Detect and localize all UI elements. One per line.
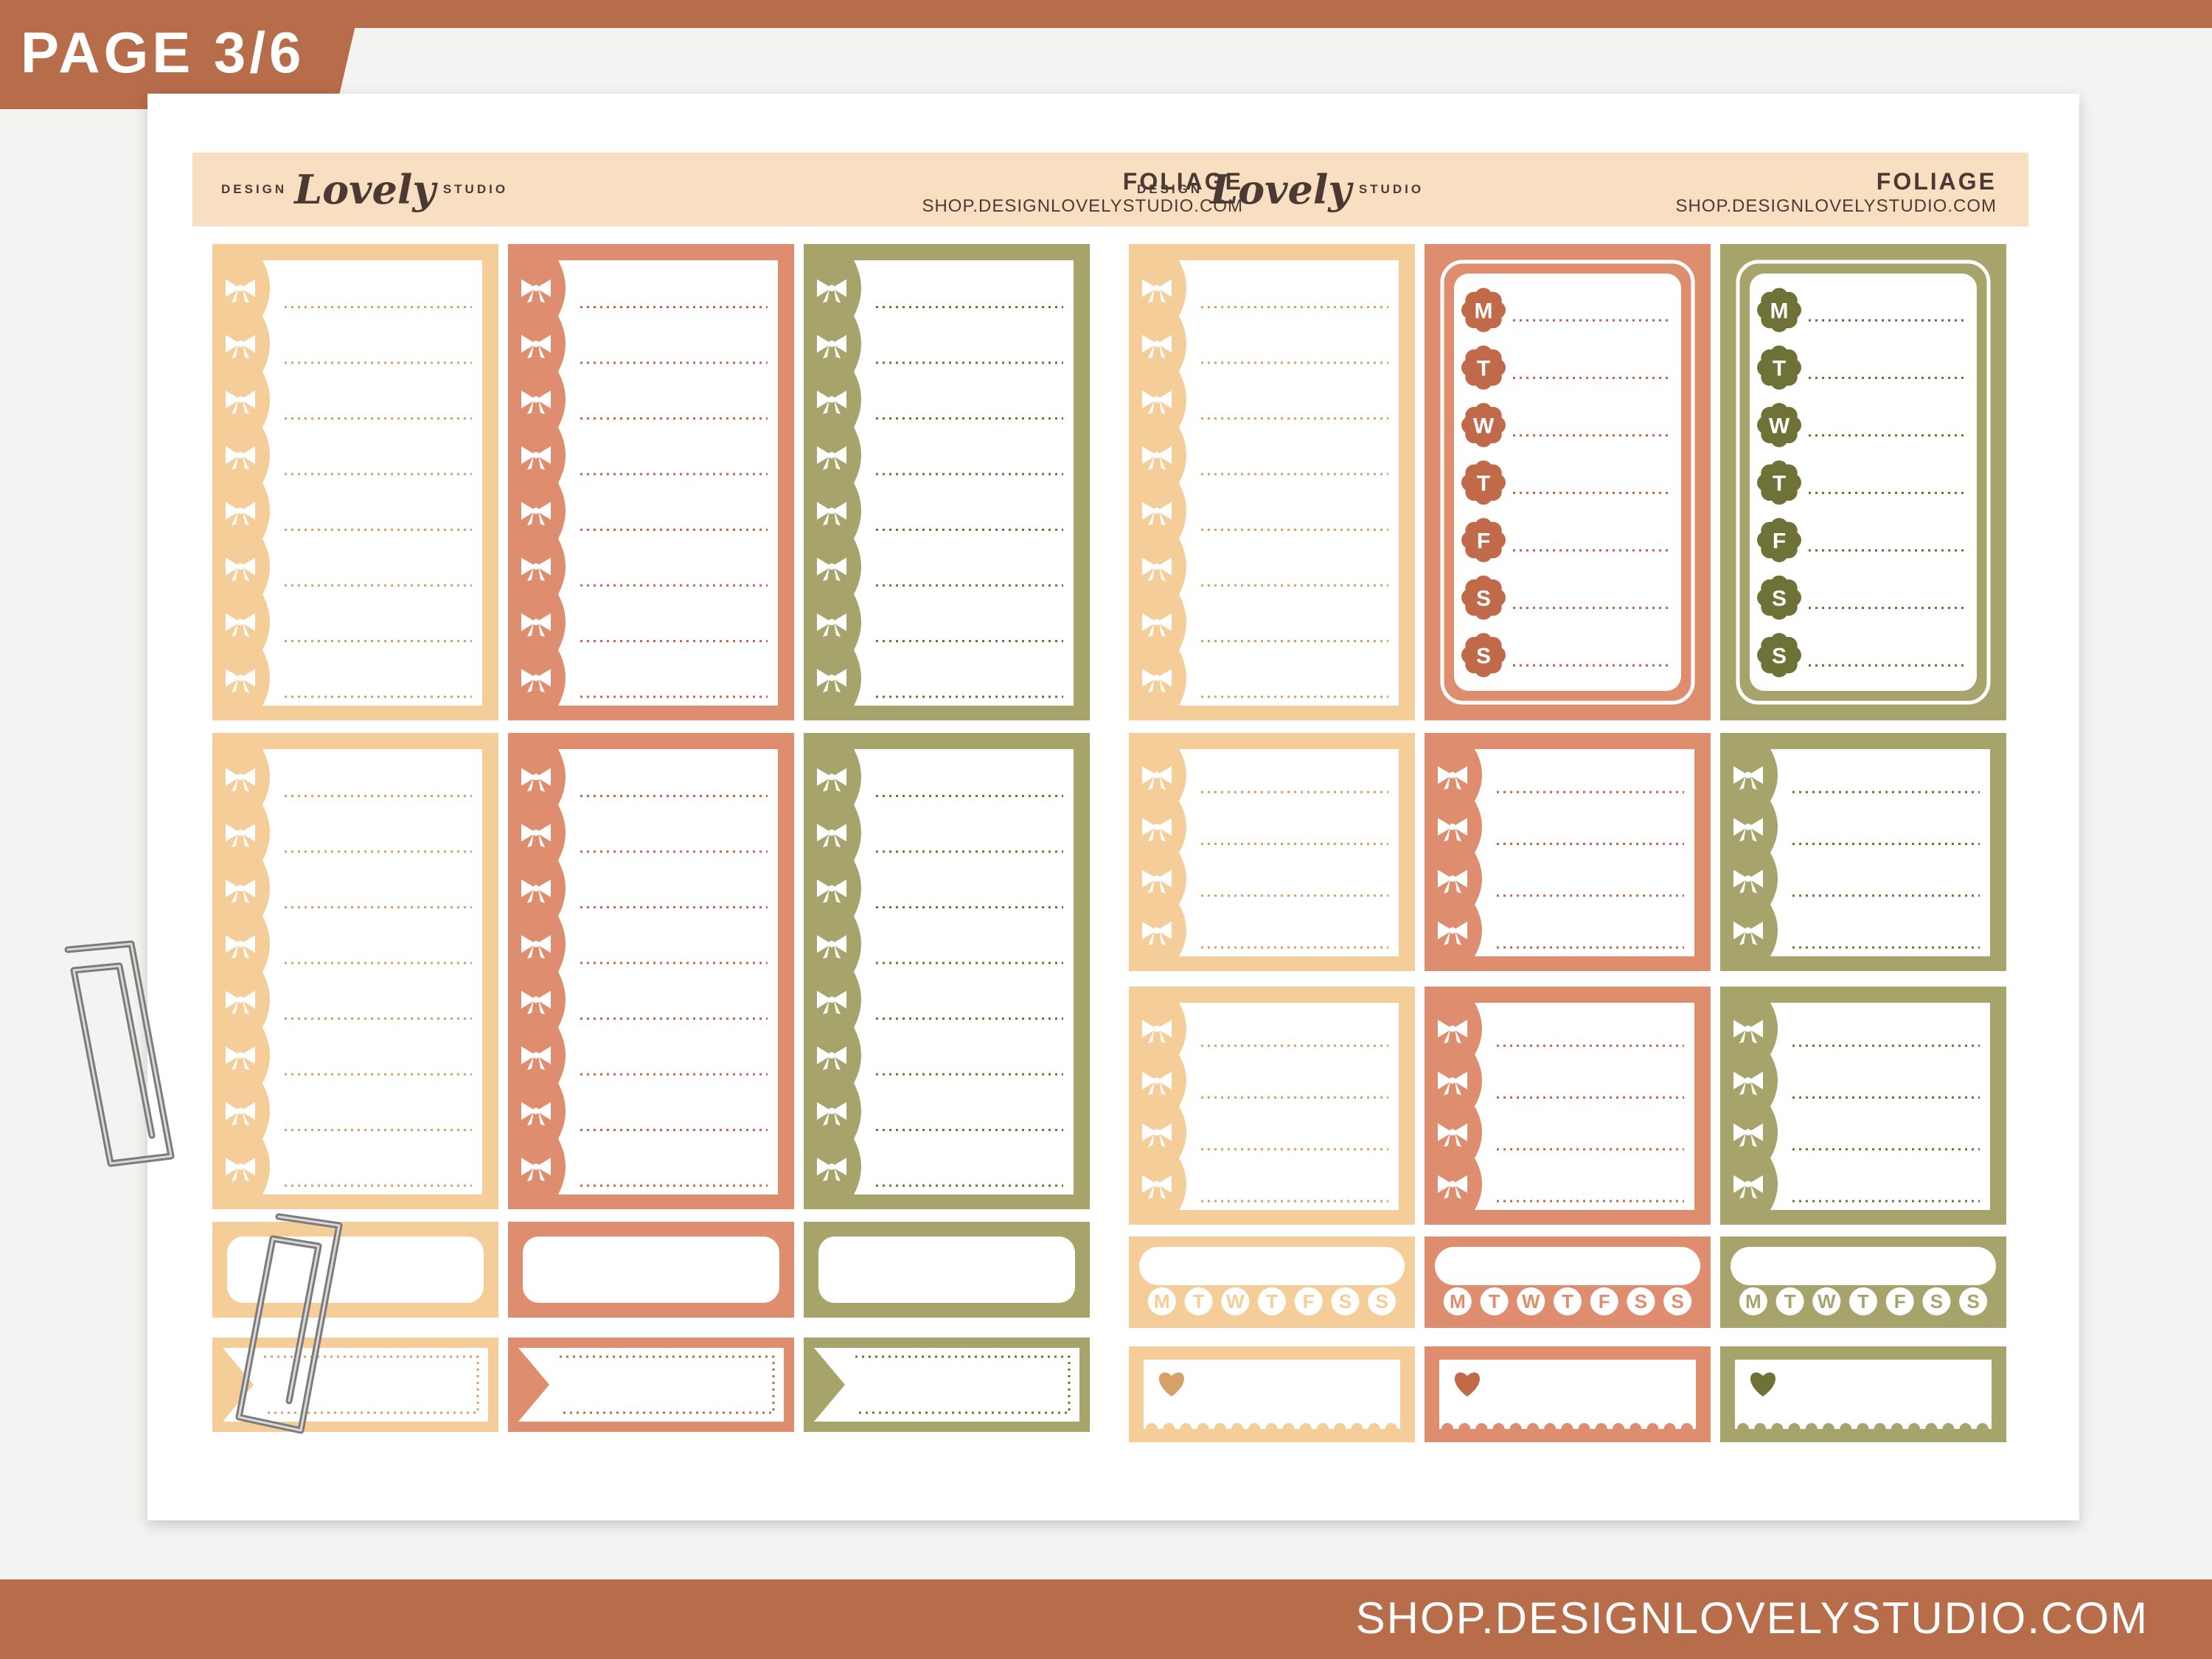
checklist-sticker-terracotta[interactable]	[1425, 987, 1711, 1225]
brand-word-lovely: Lovely	[294, 166, 436, 213]
day-circle-letter: F	[1599, 1290, 1610, 1312]
checklist-sticker-terracotta[interactable]	[508, 244, 794, 720]
weekly-checklist-sticker-terracotta[interactable]: M T W T F S S	[1425, 244, 1711, 720]
weekday-letter: F	[1477, 529, 1490, 554]
weekday-row-sticker-terracotta[interactable]: M TWT F S S	[1425, 1237, 1711, 1328]
day-circle-letter: M	[1450, 1290, 1466, 1312]
day-circle-letter: W	[1226, 1290, 1245, 1312]
weekday-letter: S	[1772, 587, 1787, 611]
checklist-sticker-olive[interactable]	[1720, 733, 2006, 971]
brand-word-design: DESIGN	[221, 182, 288, 196]
flag-sticker-terracotta[interactable]	[508, 1338, 794, 1432]
heart-label-sticker-peach[interactable]	[1129, 1346, 1415, 1442]
checklist-sticker-olive[interactable]	[1720, 987, 2006, 1225]
checklist-sticker-peach[interactable]	[1129, 244, 1415, 720]
weekday-letter: S	[1476, 587, 1491, 611]
brand-word-studio: STUDIO	[442, 182, 509, 196]
day-circle-letter: T	[1266, 1290, 1278, 1312]
page-label: PAGE 3/6	[21, 20, 305, 85]
brand-word-studio: STUDIO	[1358, 182, 1425, 196]
checklist-sticker-olive[interactable]	[804, 733, 1090, 1209]
page-indicator-tab: PAGE 3/6	[0, 0, 361, 109]
label-box-sticker-peach[interactable]	[212, 1222, 498, 1318]
checklist-sticker-peach[interactable]	[212, 733, 498, 1209]
day-circle-letter: W	[1522, 1290, 1540, 1312]
weekday-letter: M	[1475, 299, 1493, 324]
day-circle-letter: W	[1818, 1290, 1836, 1312]
shop-url-right: SHOP.DESIGNLOVELYSTUDIO.COM	[1675, 196, 1997, 216]
day-circle-letter: T	[1562, 1290, 1573, 1312]
day-circle-letter: F	[1303, 1290, 1315, 1312]
weekday-row-sticker-olive[interactable]: M TWT F S S	[1720, 1237, 2006, 1328]
day-circle-letter: S	[1339, 1290, 1352, 1312]
weekday-letter: T	[1477, 357, 1490, 381]
weekday-letter: T	[1773, 357, 1786, 381]
weekday-letter: W	[1769, 414, 1790, 439]
footer-bar: SHOP.DESIGNLOVELYSTUDIO.COM	[0, 1579, 2212, 1659]
day-circle-letter: S	[1635, 1290, 1647, 1312]
label-box-sticker-terracotta[interactable]	[508, 1222, 794, 1318]
brand-logo-right: DESIGN Lovely STUDIO	[1137, 153, 1424, 226]
day-circle-letter: T	[1857, 1290, 1869, 1312]
checklist-sticker-peach[interactable]	[212, 244, 498, 720]
checklist-sticker-peach[interactable]	[1129, 987, 1415, 1225]
checklist-sticker-terracotta[interactable]	[1425, 733, 1711, 971]
weekday-letter: F	[1773, 529, 1786, 554]
checklist-sticker-terracotta[interactable]	[508, 733, 794, 1209]
day-circle-letter: M	[1154, 1290, 1170, 1312]
checklist-sticker-olive[interactable]	[804, 244, 1090, 720]
footer-url: SHOP.DESIGNLOVELYSTUDIO.COM	[1355, 1593, 2149, 1643]
heart-label-sticker-olive[interactable]	[1720, 1346, 2006, 1442]
checklist-sticker-peach[interactable]	[1129, 733, 1415, 971]
weekly-checklist-sticker-olive[interactable]: M T W T F S S	[1720, 244, 2006, 720]
brand-logo-left: DESIGN Lovely STUDIO	[221, 153, 508, 226]
collection-title-right: FOLIAGE	[1876, 168, 1997, 195]
day-circle-letter: M	[1745, 1290, 1761, 1312]
weekday-letter: S	[1772, 644, 1787, 669]
weekday-letter: M	[1770, 299, 1789, 324]
label-box-sticker-olive[interactable]	[804, 1222, 1090, 1318]
brand-word-lovely: Lovely	[1210, 166, 1352, 213]
weekday-letter: T	[1773, 472, 1786, 496]
day-circle-letter: T	[1193, 1290, 1205, 1312]
day-circle-letter: F	[1894, 1290, 1906, 1312]
day-circle-letter: T	[1489, 1290, 1500, 1312]
day-circle-letter: S	[1375, 1290, 1388, 1312]
day-circle-letter: S	[1930, 1290, 1943, 1312]
sticker-sheet: DESIGN Lovely STUDIO FOLIAGE SHOP.DESIGN…	[147, 94, 2079, 1520]
brand-word-design: DESIGN	[1137, 182, 1203, 196]
day-circle-letter: S	[1671, 1290, 1683, 1312]
heart-label-sticker-terracotta[interactable]	[1425, 1346, 1711, 1442]
day-circle-letter: S	[1966, 1290, 1979, 1312]
weekday-letter: T	[1477, 472, 1490, 496]
day-circle-letter: T	[1784, 1290, 1796, 1312]
weekday-letter: S	[1476, 644, 1491, 669]
flag-sticker-peach[interactable]	[212, 1338, 498, 1432]
flag-sticker-olive[interactable]	[804, 1338, 1090, 1432]
weekday-letter: W	[1473, 414, 1495, 439]
weekday-row-sticker-peach[interactable]: M TWT F S S	[1129, 1237, 1415, 1328]
